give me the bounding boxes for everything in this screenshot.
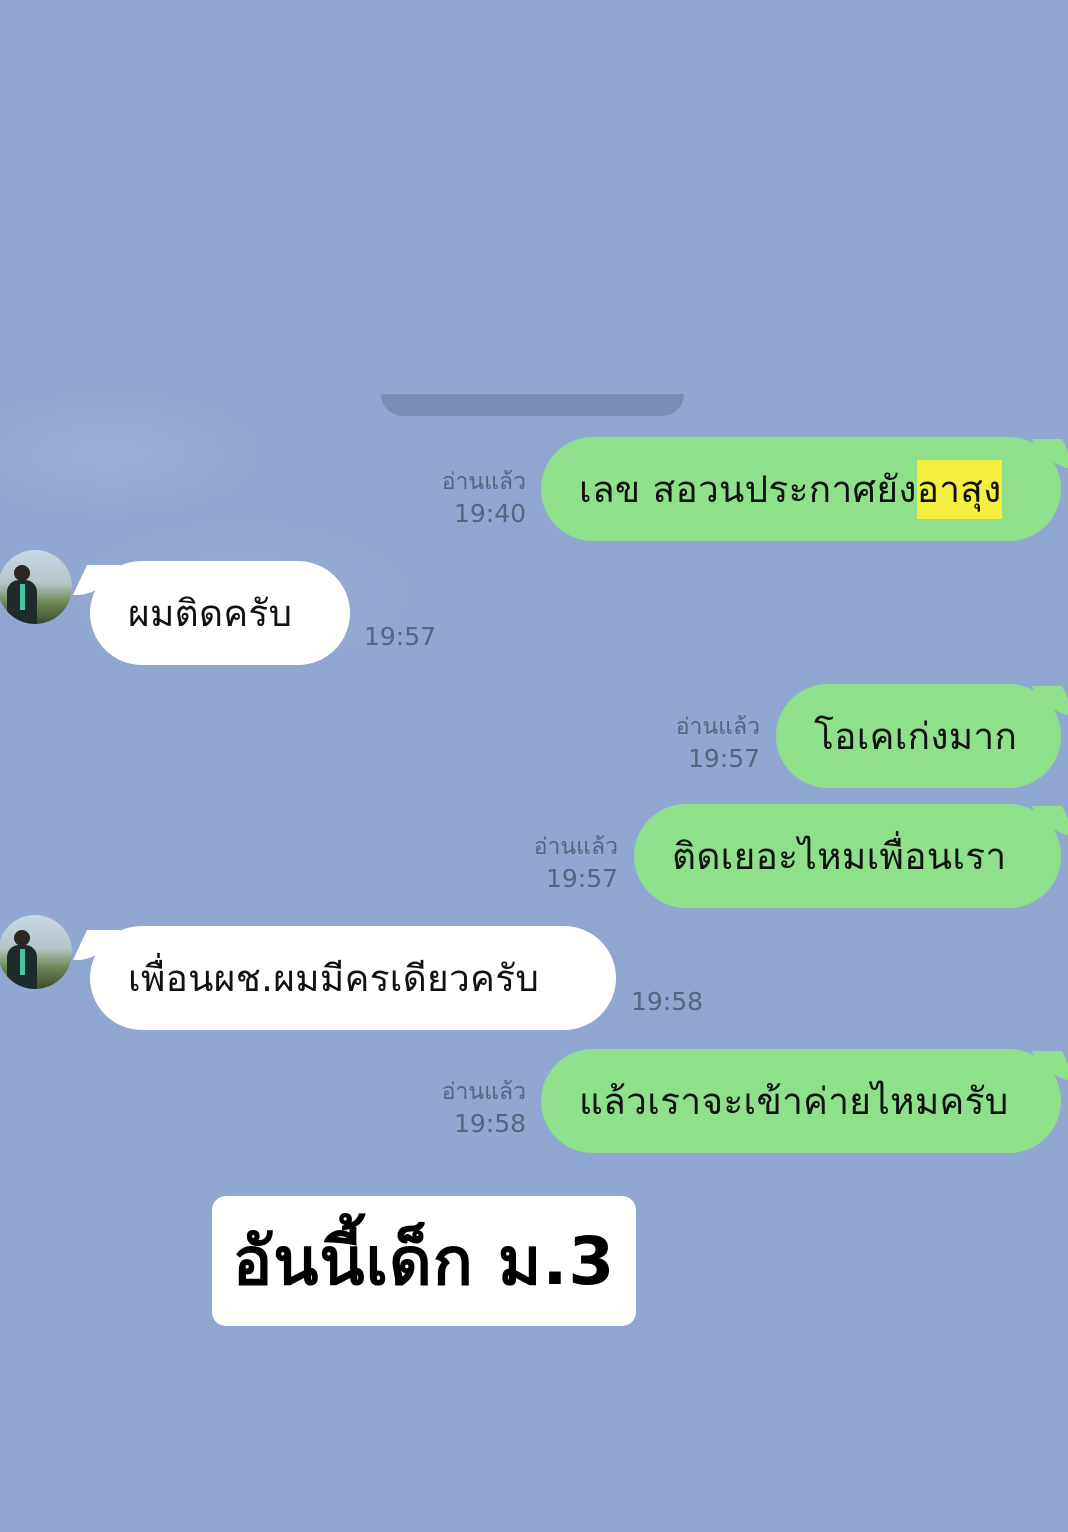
- message-meta: อ่านแล้ว 19:57: [512, 831, 618, 895]
- message-meta: อ่านแล้ว 19:58: [420, 1076, 526, 1140]
- message-text: ติดเยอะไหมเพื่อนเรา: [672, 834, 1007, 878]
- screenshot-drag-handle: [381, 394, 684, 416]
- message-text: โอเคเก่งมาก: [814, 714, 1018, 758]
- story-caption: อันนี้เด็ก ม.3: [212, 1196, 636, 1326]
- message-bubble[interactable]: ติดเยอะไหมเพื่อนเรา: [634, 804, 1061, 908]
- message-time: 19:57: [364, 622, 437, 651]
- message-text: แล้วเราจะเข้าค่ายไหมครับ: [579, 1079, 1009, 1123]
- message-bubble[interactable]: เลข สอวนประกาศยัง อาสุง: [541, 437, 1061, 541]
- message-time: 19:57: [545, 864, 618, 893]
- message-bubble[interactable]: โอเคเก่งมาก: [776, 684, 1061, 788]
- message-bubble[interactable]: เพื่อนผช.ผมมีครเดียวครับ: [90, 926, 616, 1030]
- message-meta: อ่านแล้ว 19:57: [654, 711, 760, 775]
- message-time: 19:58: [631, 987, 704, 1016]
- message-text: ผมติดครับ: [128, 591, 293, 635]
- message-bubble[interactable]: ผมติดครับ: [90, 561, 350, 665]
- highlighted-text: อาสุง: [916, 459, 1002, 519]
- message-text: เลข สอวนประกาศยัง: [579, 467, 917, 511]
- message-time: 19:58: [453, 1109, 526, 1138]
- read-receipt: อ่านแล้ว: [533, 834, 618, 860]
- read-receipt: อ่านแล้ว: [441, 1079, 526, 1105]
- contact-avatar[interactable]: [0, 550, 72, 624]
- message-time: 19:57: [687, 744, 760, 773]
- message-bubble[interactable]: แล้วเราจะเข้าค่ายไหมครับ: [541, 1049, 1061, 1153]
- message-time: 19:40: [453, 499, 526, 528]
- message-meta: อ่านแล้ว 19:40: [420, 466, 526, 530]
- contact-avatar[interactable]: [0, 915, 72, 989]
- read-receipt: อ่านแล้ว: [441, 469, 526, 495]
- read-receipt: อ่านแล้ว: [675, 714, 760, 740]
- message-text: เพื่อนผช.ผมมีครเดียวครับ: [128, 956, 540, 1000]
